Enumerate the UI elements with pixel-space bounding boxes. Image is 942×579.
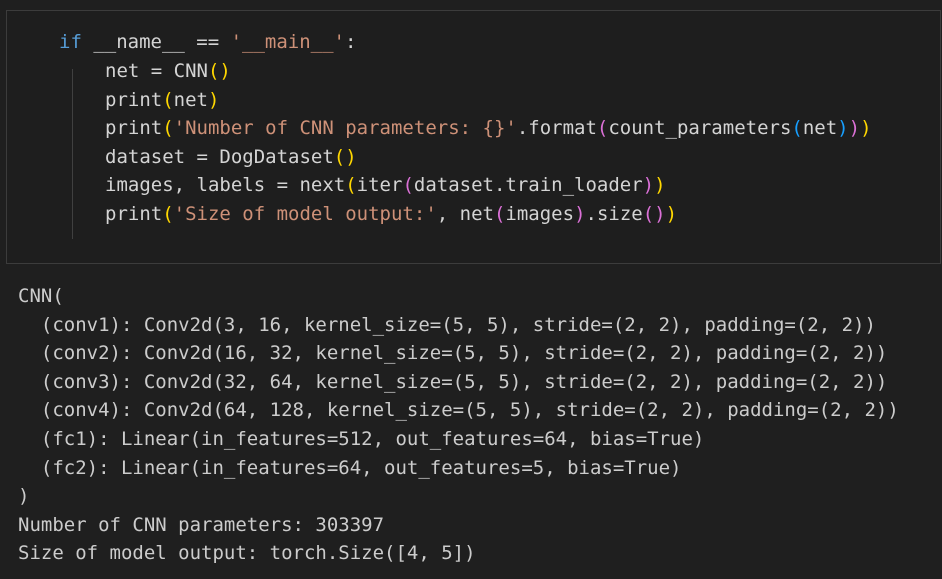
output-line: (fc1): Linear(in_features=512, out_featu… (18, 427, 705, 450)
code-token: images, labels = next (105, 174, 346, 196)
code-token: print (105, 203, 163, 225)
code-token: 'Number of CNN parameters: {}' (173, 117, 517, 139)
code-token: ( (791, 117, 803, 139)
code-token: () (642, 203, 666, 225)
code-token: ) (837, 117, 849, 139)
output-line: (fc2): Linear(in_features=64, out_featur… (18, 456, 682, 479)
code-line-4: print('Number of CNN parameters: {}'.for… (105, 114, 872, 143)
code-token: ( (596, 117, 609, 139)
cell-output: CNN( (conv1): Conv2d(3, 16, kernel_size=… (18, 282, 899, 568)
code-token: if (59, 31, 82, 53)
code-token: __name__ == (81, 31, 231, 53)
code-token: ) (574, 203, 586, 225)
code-line-2: net = CNN() (105, 57, 231, 86)
code-token: images (505, 203, 575, 225)
output-line: Size of model output: torch.Size([4, 5]) (18, 542, 476, 565)
code-token: ) (665, 203, 678, 225)
output-line: (conv2): Conv2d(16, 32, kernel_size=(5, … (18, 342, 888, 365)
code-token: ( (162, 89, 174, 111)
code-token: ) (848, 117, 861, 139)
code-token: () (207, 60, 231, 82)
code-token: , net (436, 203, 494, 225)
code-token: count_parameters (608, 117, 792, 139)
code-token: .size (585, 203, 643, 225)
code-token: ( (493, 203, 506, 225)
code-token: iter (356, 174, 403, 196)
code-line-6: images, labels = next(iter(dataset.train… (105, 171, 666, 200)
code-token: ) (860, 117, 872, 139)
code-token: 'Size of model output:' (173, 203, 437, 225)
code-line-5: dataset = DogDataset() (105, 143, 357, 172)
code-token: net = CNN (105, 60, 208, 82)
code-token: .format (516, 117, 597, 139)
code-token: ( (162, 203, 174, 225)
code-token: print (105, 117, 163, 139)
code-token: : (345, 31, 357, 53)
code-token: ) (642, 174, 655, 196)
code-line-3: print(net) (105, 86, 219, 115)
code-token: ) (654, 174, 666, 196)
output-line: (conv1): Conv2d(3, 16, kernel_size=(5, 5… (18, 313, 876, 336)
code-token: () (333, 146, 357, 168)
code-token: net (802, 117, 838, 139)
output-line: (conv4): Conv2d(64, 128, kernel_size=(5,… (18, 399, 899, 422)
code-token: '__main__' (230, 31, 345, 53)
indent-guide (72, 69, 73, 239)
code-token: net (173, 89, 208, 111)
code-token: ) (207, 89, 220, 111)
output-line: ) (18, 485, 30, 508)
code-line-7: print('Size of model output:', net(image… (105, 200, 677, 229)
output-line: (conv3): Conv2d(32, 64, kernel_size=(5, … (18, 370, 888, 393)
code-token: dataset.train_loader (413, 174, 643, 196)
code-token: ( (345, 174, 357, 196)
code-token: ( (162, 117, 174, 139)
code-token: print (105, 89, 163, 111)
code-token: dataset = DogDataset (105, 146, 334, 168)
output-line: Number of CNN parameters: 303397 (18, 513, 385, 536)
code-line-1: if __name__ == '__main__': (59, 28, 356, 57)
output-line: CNN( (18, 285, 64, 307)
code-token: ( (402, 174, 414, 196)
